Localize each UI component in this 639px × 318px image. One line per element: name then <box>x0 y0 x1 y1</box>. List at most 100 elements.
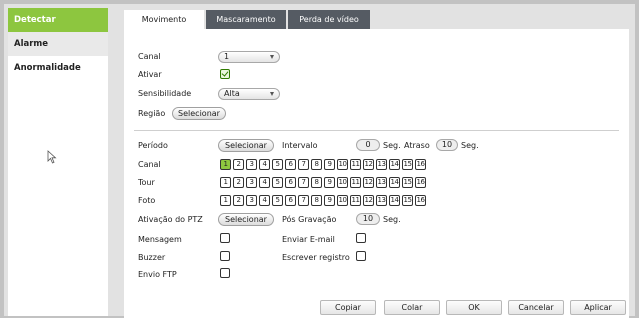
copiar-button[interactable]: Copiar <box>320 300 376 315</box>
escrever-registro-checkbox[interactable] <box>356 251 366 261</box>
sidebar-item-anormalidade[interactable]: Anormalidade <box>8 56 108 80</box>
canal-label: Canal <box>138 52 161 61</box>
channel-record-9-checkbox[interactable]: 9 <box>324 159 335 170</box>
channel-tour-4-checkbox[interactable]: 4 <box>259 177 270 188</box>
channel-record-2-checkbox[interactable]: 2 <box>233 159 244 170</box>
intervalo-label: Intervalo <box>282 141 318 150</box>
periodo-select-button[interactable]: Selecionar <box>218 139 274 152</box>
channel-tour-1-checkbox[interactable]: 1 <box>220 177 231 188</box>
chevron-down-icon <box>270 55 274 59</box>
channel-tour-15-checkbox[interactable]: 15 <box>402 177 413 188</box>
atraso-unit: Seg. <box>461 141 479 150</box>
buzzer-checkbox[interactable] <box>220 251 230 261</box>
atraso-input[interactable]: 10 <box>436 139 458 151</box>
channel-foto-2-checkbox[interactable]: 2 <box>233 195 244 206</box>
mouse-cursor-icon <box>47 150 57 164</box>
tour-label: Tour <box>138 178 155 187</box>
channel-foto-14-checkbox[interactable]: 14 <box>389 195 400 206</box>
mensagem-label: Mensagem <box>138 235 182 244</box>
channel-tour-8-checkbox[interactable]: 8 <box>311 177 322 188</box>
channel-tour-10-checkbox[interactable]: 10 <box>337 177 348 188</box>
channel-tour-13-checkbox[interactable]: 13 <box>376 177 387 188</box>
channel-foto-3-checkbox[interactable]: 3 <box>246 195 257 206</box>
channel-tour-6-checkbox[interactable]: 6 <box>285 177 296 188</box>
channel-tour-5-checkbox[interactable]: 5 <box>272 177 283 188</box>
channel-record-16-checkbox[interactable]: 16 <box>415 159 426 170</box>
aplicar-button[interactable]: Aplicar <box>570 300 626 315</box>
channel-foto-16-checkbox[interactable]: 16 <box>415 195 426 206</box>
chevron-down-icon <box>270 92 274 96</box>
regiao-select-button[interactable]: Selecionar <box>172 107 226 120</box>
section-divider <box>134 130 619 131</box>
enviar-email-checkbox[interactable] <box>356 233 366 243</box>
channel-tour-11-checkbox[interactable]: 11 <box>350 177 361 188</box>
pos-gravacao-input[interactable]: 10 <box>356 213 380 225</box>
channel-foto-12-checkbox[interactable]: 12 <box>363 195 374 206</box>
sidebar-item-detectar[interactable]: Detectar <box>8 8 108 32</box>
channel-record-3-checkbox[interactable]: 3 <box>246 159 257 170</box>
channel-record-4-checkbox[interactable]: 4 <box>259 159 270 170</box>
channel-foto-13-checkbox[interactable]: 13 <box>376 195 387 206</box>
tab-perda-de-video[interactable]: Perda de vídeo <box>288 10 370 29</box>
channel-foto-5-checkbox[interactable]: 5 <box>272 195 283 206</box>
pos-gravacao-label: Pós Gravação <box>282 215 337 224</box>
channel-foto-6-checkbox[interactable]: 6 <box>285 195 296 206</box>
mensagem-checkbox[interactable] <box>220 233 230 243</box>
ativar-checkbox[interactable] <box>220 69 230 79</box>
channel-foto-10-checkbox[interactable]: 10 <box>337 195 348 206</box>
channel-tour-3-checkbox[interactable]: 3 <box>246 177 257 188</box>
sidebar: Detectar Alarme Anormalidade <box>8 8 108 316</box>
channel-foto-15-checkbox[interactable]: 15 <box>402 195 413 206</box>
cancelar-button[interactable]: Cancelar <box>508 300 564 315</box>
channel-record-1-checkbox[interactable]: 1 <box>220 159 231 170</box>
tab-movimento[interactable]: Movimento <box>124 10 204 29</box>
buzzer-label: Buzzer <box>138 253 166 262</box>
ativar-label: Ativar <box>138 70 162 79</box>
channel-record-8-checkbox[interactable]: 8 <box>311 159 322 170</box>
envio-ftp-label: Envio FTP <box>138 270 177 279</box>
channel-record-15-checkbox[interactable]: 15 <box>402 159 413 170</box>
sensibilidade-select[interactable]: Alta <box>218 88 280 100</box>
channel-tour-14-checkbox[interactable]: 14 <box>389 177 400 188</box>
channel-record-5-checkbox[interactable]: 5 <box>272 159 283 170</box>
channel-record-13-checkbox[interactable]: 13 <box>376 159 387 170</box>
channel-foto-11-checkbox[interactable]: 11 <box>350 195 361 206</box>
channel-record-12-checkbox[interactable]: 12 <box>363 159 374 170</box>
channel-tour-2-checkbox[interactable]: 2 <box>233 177 244 188</box>
channel-record-10-checkbox[interactable]: 10 <box>337 159 348 170</box>
foto-label: Foto <box>138 196 156 205</box>
intervalo-input[interactable]: 0 <box>356 139 380 151</box>
escrever-registro-label: Escrever registro <box>282 253 350 262</box>
channel-foto-8-checkbox[interactable]: 8 <box>311 195 322 206</box>
settings-panel: Canal 1 Ativar Sensibilidade Alta Região… <box>124 29 629 318</box>
channel-tour-9-checkbox[interactable]: 9 <box>324 177 335 188</box>
intervalo-unit: Seg. <box>383 141 401 150</box>
ptz-select-button[interactable]: Selecionar <box>218 213 274 226</box>
channel-foto-9-checkbox[interactable]: 9 <box>324 195 335 206</box>
channel-record-7-checkbox[interactable]: 7 <box>298 159 309 170</box>
envio-ftp-checkbox[interactable] <box>220 268 230 278</box>
sidebar-item-alarme[interactable]: Alarme <box>8 32 108 56</box>
canal-select-value: 1 <box>224 52 230 61</box>
channel-record-14-checkbox[interactable]: 14 <box>389 159 400 170</box>
sensibilidade-label: Sensibilidade <box>138 89 192 98</box>
channel-record-11-checkbox[interactable]: 11 <box>350 159 361 170</box>
pos-gravacao-unit: Seg. <box>383 215 401 224</box>
regiao-label: Região <box>138 109 166 118</box>
periodo-label: Período <box>138 141 168 150</box>
colar-button[interactable]: Colar <box>384 300 440 315</box>
atraso-label: Atraso <box>404 141 430 150</box>
channel-tour-12-checkbox[interactable]: 12 <box>363 177 374 188</box>
channel-tour-7-checkbox[interactable]: 7 <box>298 177 309 188</box>
tab-mascaramento[interactable]: Mascaramento <box>206 10 286 29</box>
channel-record-6-checkbox[interactable]: 6 <box>285 159 296 170</box>
channel-foto-1-checkbox[interactable]: 1 <box>220 195 231 206</box>
channel-tour-16-checkbox[interactable]: 16 <box>415 177 426 188</box>
channel-foto-4-checkbox[interactable]: 4 <box>259 195 270 206</box>
ok-button[interactable]: OK <box>446 300 502 315</box>
canal-record-label: Canal <box>138 160 161 169</box>
ptz-label: Ativação do PTZ <box>138 215 203 224</box>
channel-foto-7-checkbox[interactable]: 7 <box>298 195 309 206</box>
enviar-email-label: Enviar E-mail <box>282 235 335 244</box>
canal-select[interactable]: 1 <box>218 51 280 63</box>
